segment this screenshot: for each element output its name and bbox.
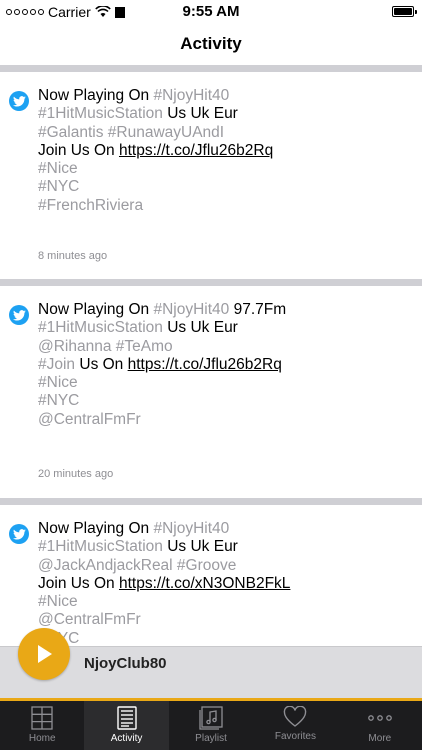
timestamp: 20 minutes ago [38, 468, 114, 480]
tweet-line: Now Playing On #NjoyHit40 [38, 520, 412, 538]
hashtag[interactable]: #Nice [38, 593, 78, 610]
hashtag[interactable]: #1HitMusicStation [38, 319, 163, 336]
tab-home[interactable]: Home [0, 701, 84, 750]
tab-label: Activity [110, 733, 143, 744]
tweet-line: Join Us On https://t.co/Jflu26b2Rq [38, 142, 412, 160]
hashtag[interactable]: #1HitMusicStation [38, 538, 163, 555]
feed-separator [0, 65, 422, 72]
heart-icon [284, 706, 307, 727]
play-button[interactable] [18, 628, 70, 680]
tweet-line: @CentralFmFr [38, 411, 412, 429]
tweet-segment: Now Playing On [38, 520, 154, 537]
tweet-card[interactable]: Now Playing On #NjoyHit40 97.7Fm #1HitMus… [0, 286, 422, 498]
twitter-icon [9, 305, 29, 325]
tab-favorites[interactable]: Favorites [253, 701, 337, 750]
tweet-segment: Now Playing On [38, 301, 154, 318]
page-title: Activity [180, 34, 242, 53]
tweet-text: Now Playing On #NjoyHit40 97.7Fm #1HitMus… [38, 301, 412, 429]
tweet-segment: Us Uk Eur [162, 538, 238, 556]
hashtag[interactable]: #NjoyHit40 [153, 87, 229, 104]
tab-activity[interactable]: Activity [84, 701, 169, 750]
tweet-card[interactable]: Now Playing On #NjoyHit40 #1HitMusicStati… [0, 72, 422, 279]
hashtag[interactable]: @CentralFmFr [38, 611, 141, 628]
tweet-line: Now Playing On #NjoyHit40 97.7Fm [38, 301, 412, 319]
tweet-line: Now Playing On #NjoyHit40 [38, 87, 412, 105]
tweet-text: Now Playing On #NjoyHit40 #1HitMusicStati… [38, 87, 412, 215]
tab-playlist[interactable]: Playlist [169, 701, 253, 750]
twitter-icon [9, 91, 29, 111]
feed-separator [0, 279, 422, 286]
tweet-line: #NYC [38, 630, 412, 645]
timestamp: 8 minutes ago [38, 250, 108, 262]
tweet-line: Join Us On https://t.co/xN3ONB2FkL [38, 575, 412, 593]
tweet-line: @Rihanna #TeAmo [38, 338, 412, 356]
twitter-icon [9, 524, 29, 544]
tweet-line: #Nice [38, 593, 412, 611]
tweet-segment: Join Us On [38, 574, 119, 592]
tweet-segment: 97.7Fm [229, 301, 287, 318]
tweet-card[interactable]: Now Playing On #NjoyHit40 #1HitMusicStati… [0, 505, 422, 645]
tweet-line: #Join Us On https://t.co/Jflu26b2Rq [38, 356, 412, 374]
hashtag[interactable]: #NYC [38, 178, 79, 195]
tweet-segment: Us Uk Eur [162, 105, 238, 123]
hashtag[interactable]: @CentralFmFr [38, 411, 141, 428]
tab-more[interactable]: More [338, 701, 422, 750]
hashtag[interactable]: @Rihanna #TeAmo [38, 338, 173, 355]
activity-feed[interactable]: Now Playing On #NjoyHit40 #1HitMusicStati… [0, 65, 422, 645]
tweet-text: Now Playing On #NjoyHit40 #1HitMusicStati… [38, 520, 412, 645]
tweet-line: @CentralFmFr [38, 611, 412, 629]
hashtag[interactable]: @JackAndjackReal #Groove [38, 557, 236, 574]
hashtag[interactable]: #NYC [38, 392, 79, 409]
battery-icon [392, 6, 417, 17]
tweet-line: #NYC [38, 392, 412, 410]
hashtag[interactable]: #Join [38, 356, 75, 373]
hashtag[interactable]: #1HitMusicStation [38, 105, 163, 122]
tweet-line: #Galantis #RunawayUAndI [38, 124, 412, 142]
hashtag[interactable]: #FrenchRiviera [38, 197, 143, 214]
tab-label: Playlist [195, 733, 227, 744]
play-icon [38, 645, 52, 663]
tweet-line: #FrenchRiviera [38, 197, 412, 215]
tab-bar: Home Activity Playlist Favorites More [0, 701, 422, 750]
music-icon [199, 706, 223, 730]
more-icon [367, 715, 392, 721]
tweet-line: #1HitMusicStation Us Uk Eur [38, 319, 412, 337]
hashtag[interactable]: #Galantis #RunawayUAndI [38, 124, 224, 141]
status-bar: Carrier 9:55 AM [0, 0, 422, 24]
tweet-link[interactable]: https://t.co/Jflu26b2Rq [128, 356, 282, 373]
tweet-line: #1HitMusicStation Us Uk Eur [38, 538, 412, 556]
tweet-link[interactable]: https://t.co/xN3ONB2FkL [119, 575, 290, 592]
grid-icon [31, 706, 53, 730]
tweet-link[interactable]: https://t.co/Jflu26b2Rq [119, 142, 273, 159]
tweet-segment: Join Us On [38, 141, 119, 159]
tweet-line: #Nice [38, 374, 412, 392]
tab-label: More [368, 733, 392, 744]
tweet-segment: Us Uk Eur [162, 319, 238, 337]
hashtag[interactable]: #Nice [38, 160, 78, 177]
tweet-segment: Now Playing On [38, 87, 154, 104]
tab-label: Favorites [274, 731, 316, 742]
station-name: NjoyClub80 [84, 655, 167, 672]
tab-label: Home [28, 733, 56, 744]
tweet-line: #NYC [38, 178, 412, 196]
tweet-line: #1HitMusicStation Us Uk Eur [38, 105, 412, 123]
tweet-line: #Nice [38, 160, 412, 178]
feed-separator [0, 498, 422, 505]
document-icon [116, 706, 137, 730]
hashtag[interactable]: #NjoyHit40 [153, 520, 229, 537]
tweet-line: @JackAndjackReal #Groove [38, 557, 412, 575]
hashtag[interactable]: #NjoyHit40 [153, 301, 229, 318]
hashtag[interactable]: #Nice [38, 374, 78, 391]
status-time: 9:55 AM [182, 3, 240, 20]
tweet-segment: Us On [75, 355, 128, 373]
